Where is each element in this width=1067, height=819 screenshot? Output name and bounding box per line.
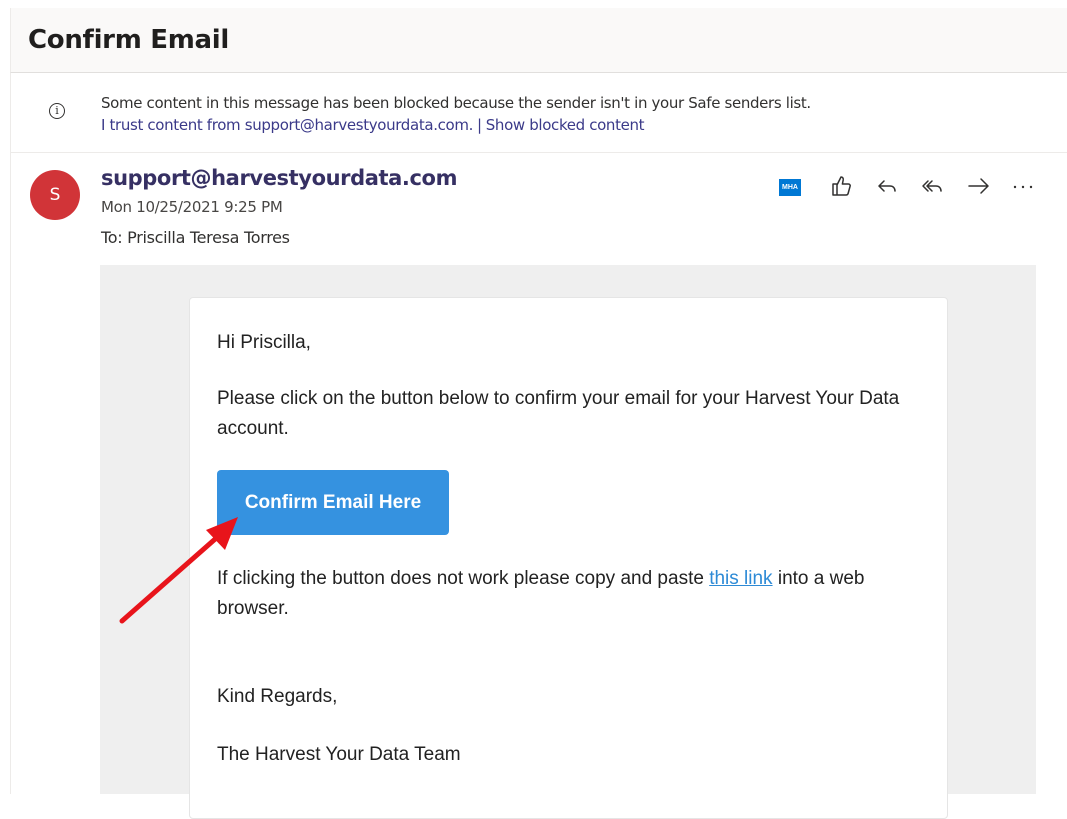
instruction-paragraph: Please click on the button below to conf… — [217, 388, 900, 439]
email-card: Hi Priscilla, Please click on the button… — [189, 297, 948, 819]
reply-all-icon[interactable] — [919, 173, 947, 199]
link-separator: | — [477, 116, 482, 134]
blocked-message: Some content in this message has been bl… — [101, 94, 811, 112]
sender-address[interactable]: support@harvestyourdata.com — [101, 166, 457, 190]
reply-icon[interactable] — [874, 173, 902, 199]
message-date: Mon 10/25/2021 9:25 PM — [101, 198, 283, 216]
mha-addin-button[interactable]: MHA — [779, 179, 801, 196]
confirm-email-button[interactable]: Confirm Email Here — [217, 470, 449, 535]
info-icon: i — [49, 103, 65, 119]
trust-sender-link[interactable]: I trust content from support@harvestyour… — [101, 116, 473, 134]
fallback-paragraph: If clicking the button does not work ple… — [217, 564, 917, 624]
closing: Kind Regards, — [217, 686, 338, 707]
page-title: Confirm Email — [28, 25, 229, 55]
show-blocked-content-link[interactable]: Show blocked content — [486, 116, 645, 134]
more-icon[interactable] — [1009, 173, 1037, 199]
this-link[interactable]: this link — [709, 568, 772, 589]
title-bar: Confirm Email — [10, 8, 1067, 72]
signature: The Harvest Your Data Team — [217, 744, 461, 765]
blocked-content-notice: i Some content in this message has been … — [11, 73, 1067, 153]
email-body-background: Hi Priscilla, Please click on the button… — [100, 265, 1036, 819]
forward-icon[interactable] — [965, 173, 993, 199]
like-icon[interactable] — [827, 173, 855, 199]
avatar[interactable]: S — [30, 170, 80, 220]
greeting: Hi Priscilla, — [217, 332, 311, 353]
recipient-line: To: Priscilla Teresa Torres — [101, 228, 290, 247]
fallback-text-before: If clicking the button does not work ple… — [217, 568, 710, 589]
reading-pane: i Some content in this message has been … — [10, 72, 1067, 819]
notice-links: I trust content from support@harvestyour… — [101, 116, 645, 134]
